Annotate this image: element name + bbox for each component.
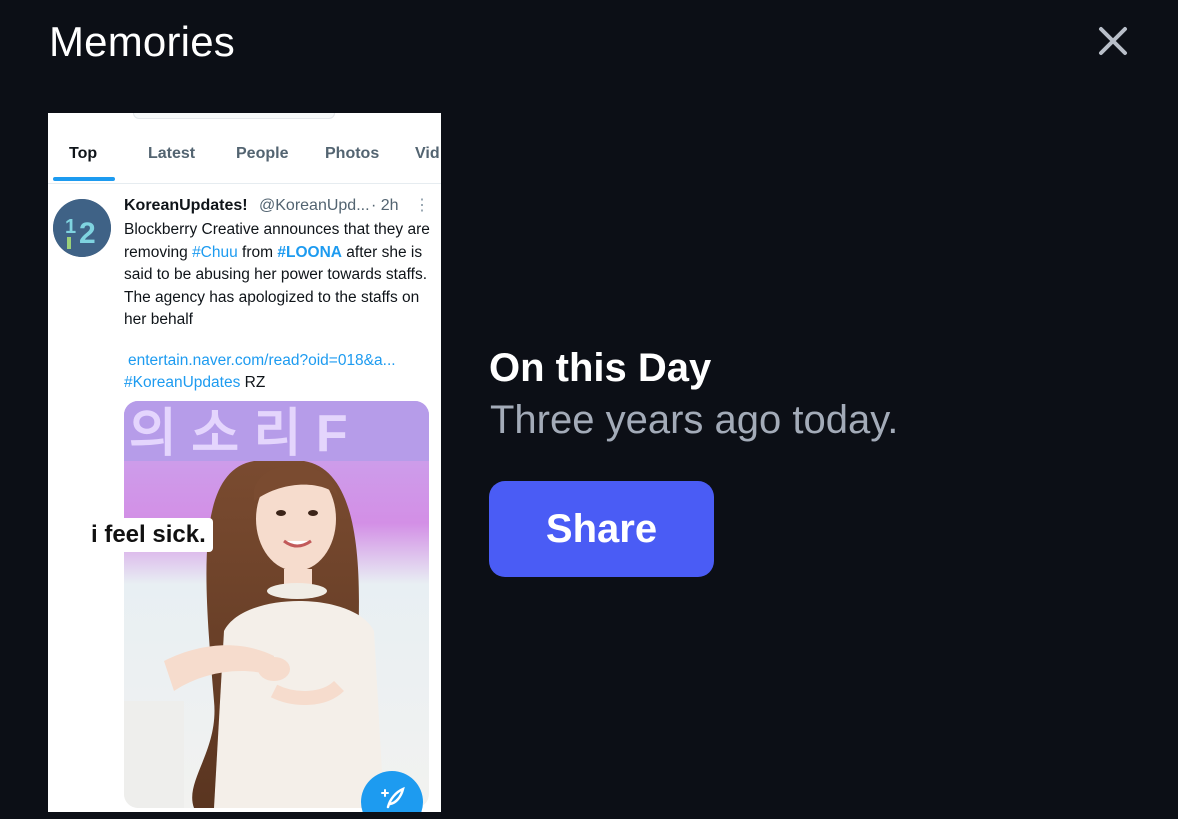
avatar-logo-icon: 1 2 [53,199,111,257]
tweet-text: Blockberry Creative announces that they … [124,221,430,329]
tab-latest: Latest [148,145,196,162]
memories-screen: Memories Top Latest People Photos Vid 1 … [0,0,1178,819]
memory-subtitle: Three years ago today. [490,398,899,442]
tweet-author-handle: @KoreanUpd... [259,197,370,214]
hashtag-koreanupdates: #KoreanUpdates [124,374,241,391]
memory-title: On this Day [489,346,712,390]
tab-people: People [236,145,289,162]
divider [48,183,441,184]
photo-illustration: 의 소 리 F [124,401,429,808]
hashtag-chuu: #Chuu [192,243,238,261]
memory-card[interactable]: Top Latest People Photos Vid 1 2 KoreanU… [48,113,441,812]
active-tab-indicator [53,177,115,181]
close-icon [1099,27,1127,55]
more-options-icon: ⋮ [414,197,430,214]
share-button[interactable]: Share [489,481,714,577]
image-caption-sticker: i feel sick. [84,518,213,552]
tweet-author-name: KoreanUpdates! [124,197,248,214]
tab-photos: Photos [325,145,380,162]
close-button[interactable] [1092,20,1134,62]
hashtag-loona: #LOONA [277,243,342,261]
svg-text:의 소 리 F: 의 소 리 F [129,405,348,463]
tweet-tagline: #KoreanUpdates RZ [124,374,266,391]
tab-top: Top [69,145,98,162]
search-bar [133,113,335,119]
page-title: Memories [49,18,235,65]
tweet-timestamp: · 2h [371,197,399,214]
tweet-link: entertain.naver.com/read?oid=018&a... [128,352,396,369]
tab-videos: Vid [415,145,440,162]
tweet-photo: 의 소 리 F [124,401,429,808]
feather-icon [381,786,405,809]
svg-text:1: 1 [65,216,76,238]
avatar: 1 2 [53,199,111,257]
svg-text:2: 2 [79,217,96,250]
search-tabs: Top Latest People Photos Vid [48,133,441,181]
